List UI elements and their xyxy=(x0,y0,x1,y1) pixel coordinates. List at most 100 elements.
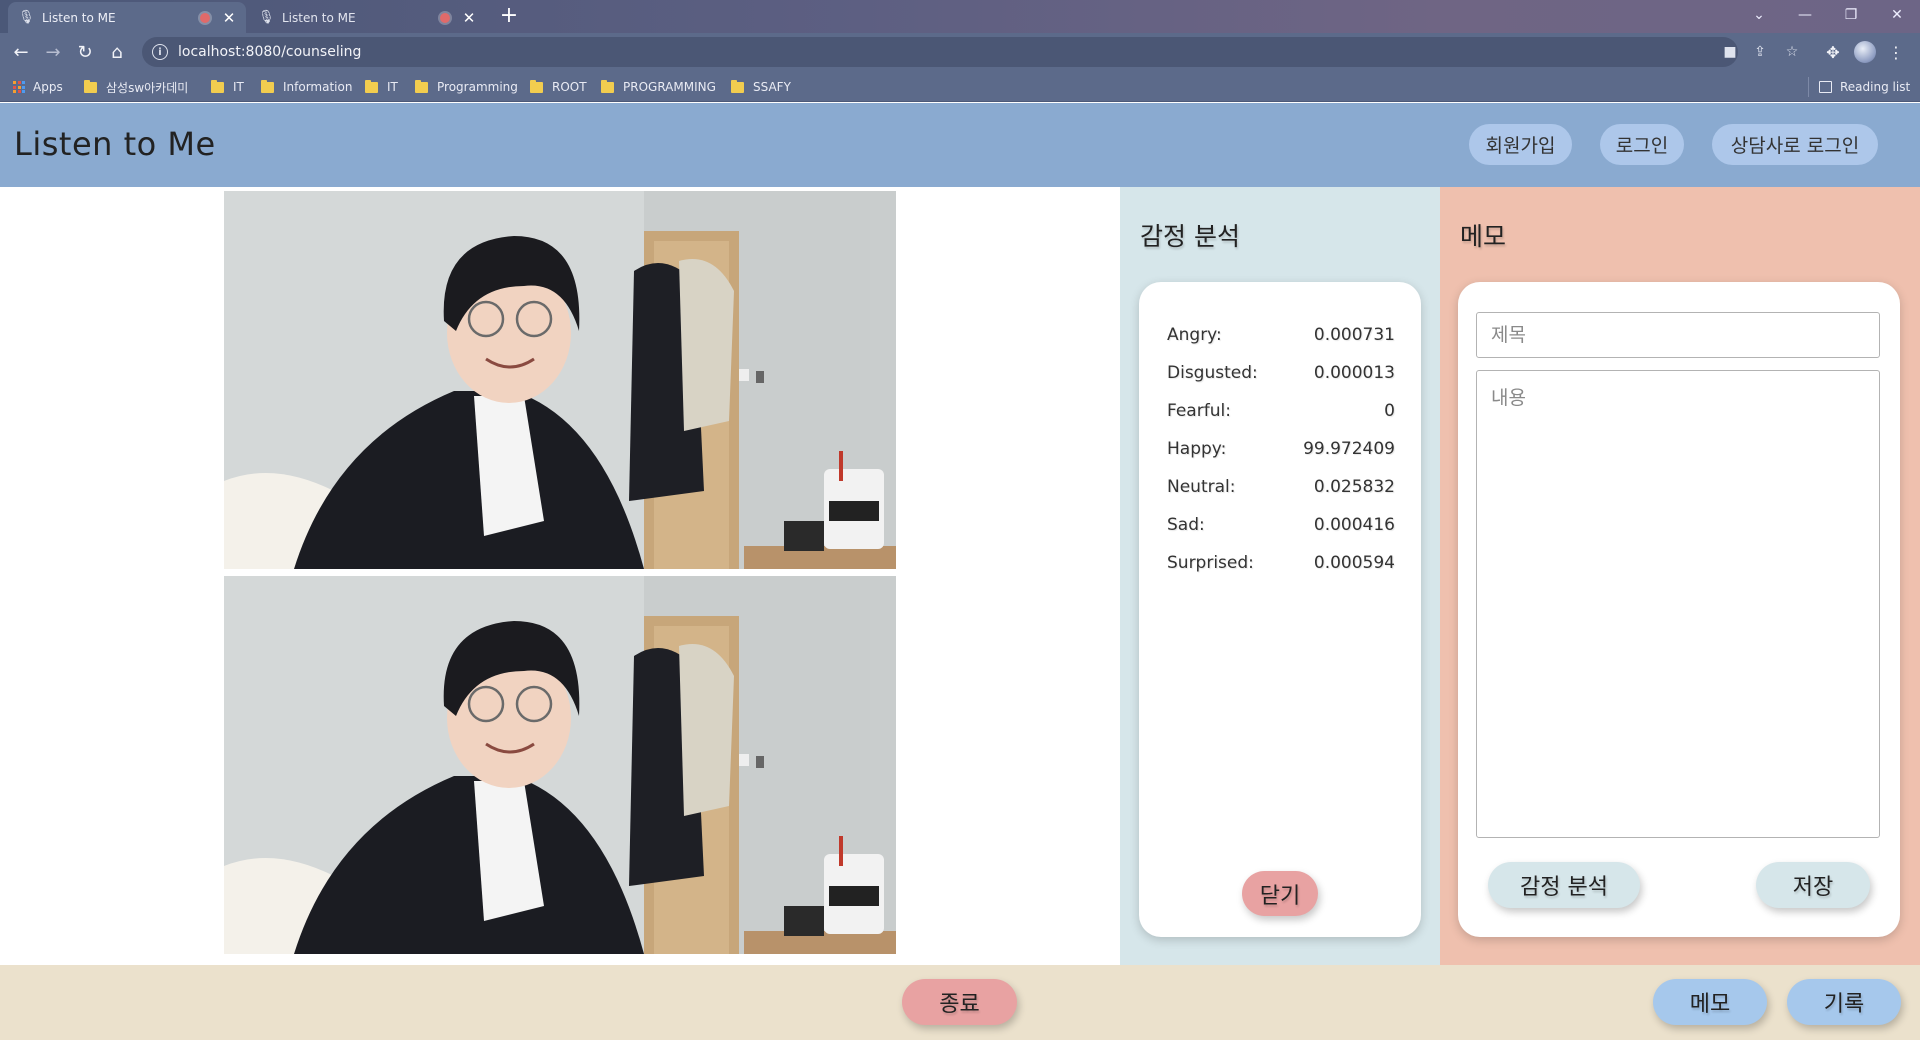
reading-list-button[interactable]: Reading list xyxy=(1808,77,1910,97)
counselor-login-button[interactable]: 상담사로 로그인 xyxy=(1712,124,1878,165)
profile-avatar[interactable] xyxy=(1854,41,1876,63)
tab-title: Listen to ME xyxy=(282,10,356,25)
save-memo-button[interactable]: 저장 xyxy=(1756,862,1870,908)
bookmark-label: ROOT xyxy=(552,80,587,94)
bookmark-label: 삼성sw아카데미 xyxy=(106,80,189,95)
bookmark-label: SSAFY xyxy=(753,80,791,94)
emotion-row-fearful: Fearful: 0 xyxy=(1167,396,1395,426)
emotion-results-card: Angry: 0.000731 Disgusted: 0.000013 Fear… xyxy=(1139,282,1421,937)
local-video xyxy=(224,576,896,954)
address-bar[interactable]: i localhost:8080/counseling ■ ⇪ ☆ xyxy=(142,37,1798,67)
close-tab-icon[interactable]: ✕ xyxy=(462,9,476,27)
bookmark-folder[interactable]: Information xyxy=(261,77,352,97)
memo-panel: 메모 감정 분석 저장 xyxy=(1440,187,1920,965)
bookmark-folder[interactable]: PROGRAMMING xyxy=(601,77,716,97)
browser-tab-strip: 🎙 Listen to ME ✕ 🎙 Listen to ME ✕ + ⌄ — … xyxy=(0,0,1920,33)
folder-icon xyxy=(84,79,97,93)
site-info-icon[interactable]: i xyxy=(152,44,168,60)
remote-video xyxy=(224,191,896,569)
apps-grid-icon xyxy=(13,81,25,93)
app-title[interactable]: Listen to Me xyxy=(14,125,216,163)
login-button[interactable]: 로그인 xyxy=(1600,124,1684,165)
signup-button[interactable]: 회원가입 xyxy=(1469,124,1572,165)
folder-icon xyxy=(530,79,543,93)
emotion-label: Angry: xyxy=(1167,325,1222,345)
reload-icon[interactable]: ↻ xyxy=(71,38,99,66)
emotion-value: 0.000416 xyxy=(1313,515,1395,535)
memo-title-input[interactable] xyxy=(1476,312,1880,358)
home-icon[interactable]: ⌂ xyxy=(103,38,131,66)
bookmarks-bar: Apps 삼성sw아카데미 IT Information IT Programm… xyxy=(0,71,1920,102)
recording-indicator-icon xyxy=(200,12,210,23)
webcam-feed-image xyxy=(224,576,896,954)
emotion-label: Sad: xyxy=(1167,515,1205,535)
emotion-value: 0.000594 xyxy=(1313,553,1395,573)
emotion-analysis-panel: 감정 분석 Angry: 0.000731 Disgusted: 0.00001… xyxy=(1120,187,1440,965)
bookmark-label: IT xyxy=(387,80,398,94)
bookmark-folder[interactable]: IT xyxy=(365,77,398,97)
emotion-value: 99.972409 xyxy=(1303,439,1395,459)
bookmark-label: Information xyxy=(283,80,353,94)
camera-icon[interactable]: ■ xyxy=(1718,37,1742,67)
bookmark-folder[interactable]: Programming xyxy=(415,77,518,97)
app-header: Listen to Me 회원가입 로그인 상담사로 로그인 xyxy=(0,103,1920,187)
bookmark-apps[interactable]: Apps xyxy=(13,77,63,97)
emotion-value: 0.025832 xyxy=(1313,477,1395,497)
folder-icon xyxy=(601,79,614,93)
emotion-row-angry: Angry: 0.000731 xyxy=(1167,320,1395,350)
recording-indicator-icon xyxy=(440,12,450,23)
menu-kebab-icon[interactable]: ⋮ xyxy=(1882,38,1910,66)
folder-icon xyxy=(731,79,744,93)
memo-toggle-button[interactable]: 메모 xyxy=(1653,979,1767,1025)
restore-icon[interactable]: ❐ xyxy=(1828,0,1874,30)
tab-title: Listen to ME xyxy=(42,10,116,25)
tab-search-icon[interactable]: ⌄ xyxy=(1736,0,1782,30)
close-tab-icon[interactable]: ✕ xyxy=(222,9,236,27)
url-text: localhost:8080/counseling xyxy=(178,44,362,60)
browser-tab[interactable]: 🎙 Listen to ME ✕ xyxy=(248,2,486,33)
emotion-label: Happy: xyxy=(1167,439,1227,459)
bookmark-label: PROGRAMMING xyxy=(623,80,716,94)
bookmark-star-icon[interactable]: ☆ xyxy=(1780,37,1804,67)
microphone-icon: 🎙 xyxy=(258,10,275,25)
emotion-value: 0.000731 xyxy=(1313,325,1395,345)
folder-icon xyxy=(415,79,428,93)
emotion-panel-title: 감정 분석 xyxy=(1140,222,1240,251)
back-icon[interactable]: ← xyxy=(7,38,35,66)
browser-toolbar: ← → ↻ ⌂ i localhost:8080/counseling ■ ⇪ … xyxy=(0,33,1920,71)
emotion-row-happy: Happy: 99.972409 xyxy=(1167,434,1395,464)
emotion-label: Neutral: xyxy=(1167,477,1236,497)
bookmark-folder[interactable]: SSAFY xyxy=(731,77,791,97)
microphone-icon: 🎙 xyxy=(18,10,35,25)
emotion-value: 0 xyxy=(1384,401,1395,421)
minimize-icon[interactable]: — xyxy=(1782,0,1828,30)
bookmark-label: Apps xyxy=(33,80,63,94)
record-button[interactable]: 기록 xyxy=(1787,979,1901,1025)
emotion-row-surprised: Surprised: 0.000594 xyxy=(1167,548,1395,578)
bookmark-label: Programming xyxy=(437,80,518,94)
emotion-label: Disgusted: xyxy=(1167,363,1258,383)
close-emotion-button[interactable]: 닫기 xyxy=(1242,871,1318,916)
session-footer: 종료 메모 기록 xyxy=(0,965,1920,1040)
end-session-button[interactable]: 종료 xyxy=(902,979,1017,1025)
bookmark-folder[interactable]: 삼성sw아카데미 xyxy=(84,77,188,97)
bookmark-folder[interactable]: IT xyxy=(211,77,244,97)
new-tab-button[interactable]: + xyxy=(496,4,522,30)
reading-list-icon xyxy=(1819,81,1832,93)
window-close-icon[interactable]: ✕ xyxy=(1874,0,1920,30)
folder-icon xyxy=(261,79,274,93)
reading-list-label: Reading list xyxy=(1840,80,1911,94)
share-icon[interactable]: ⇪ xyxy=(1748,37,1772,67)
emotion-row-sad: Sad: 0.000416 xyxy=(1167,510,1395,540)
browser-tab-active[interactable]: 🎙 Listen to ME ✕ xyxy=(8,2,246,33)
emotion-label: Surprised: xyxy=(1167,553,1254,573)
forward-icon[interactable]: → xyxy=(39,38,67,66)
memo-content-textarea[interactable] xyxy=(1476,370,1880,838)
memo-card: 감정 분석 저장 xyxy=(1458,282,1900,937)
extensions-icon[interactable]: ✥ xyxy=(1819,38,1847,66)
bookmark-folder[interactable]: ROOT xyxy=(530,77,587,97)
folder-icon xyxy=(211,79,224,93)
analyze-emotion-button[interactable]: 감정 분석 xyxy=(1488,862,1640,908)
folder-icon xyxy=(365,79,378,93)
video-area xyxy=(0,187,1120,965)
